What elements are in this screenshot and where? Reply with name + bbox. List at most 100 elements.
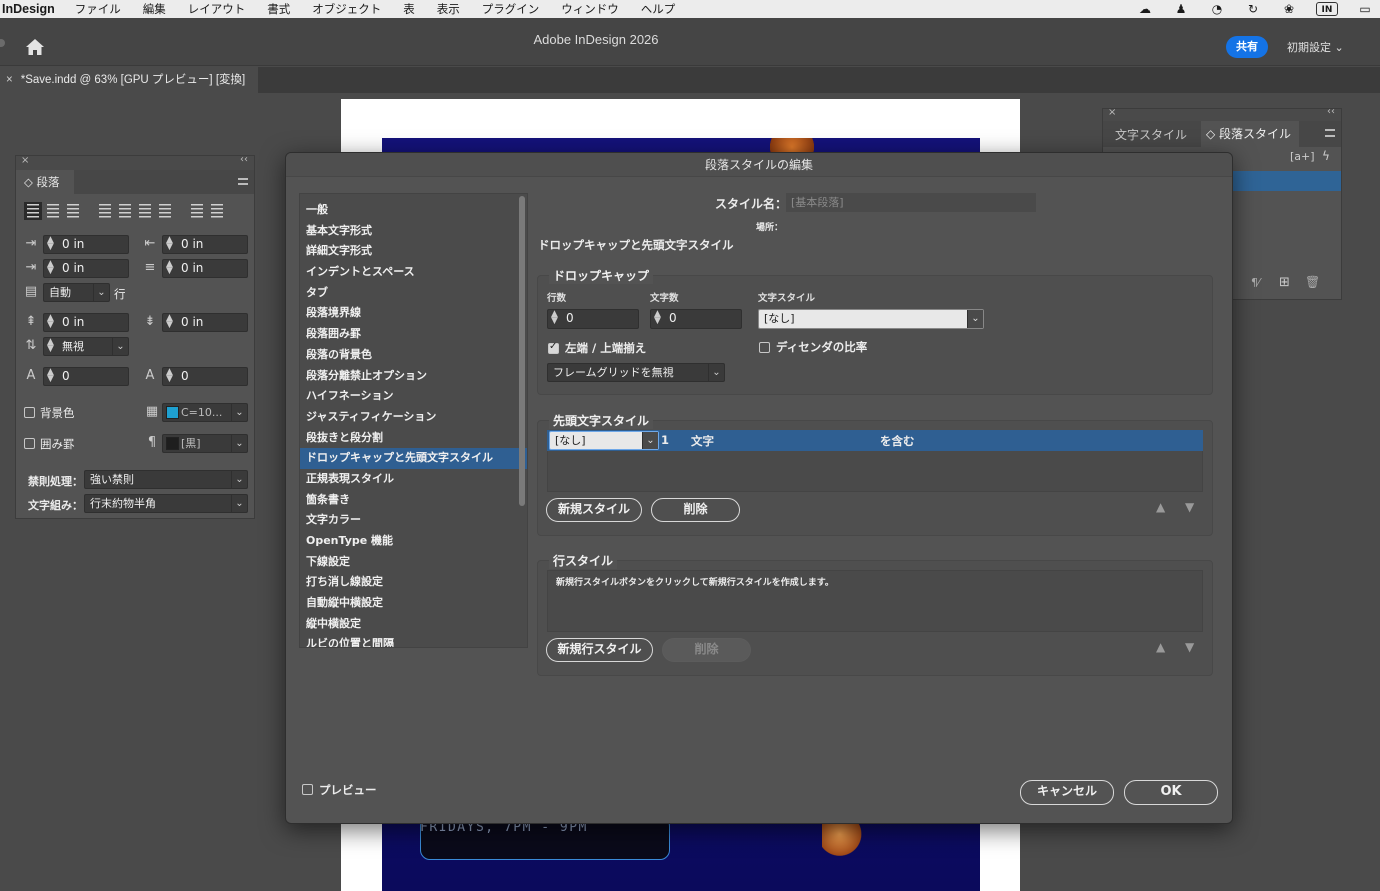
category-item[interactable]: 段落囲み罫 [300,324,527,345]
category-scrollbar[interactable] [519,196,525,506]
lightning-icon[interactable]: ϟ [1322,149,1330,163]
mojikumi-dropdown[interactable]: 行末約物半角 ⌄ [84,494,248,513]
align-left-icon[interactable] [24,202,42,220]
menu-plugins[interactable]: プラグイン [482,1,540,17]
category-item[interactable]: 段落の背景色 [300,345,527,366]
creative-cloud-icon[interactable]: ☁ [1136,2,1154,16]
descender-checkbox[interactable] [759,342,770,353]
category-item[interactable]: タブ [300,283,527,304]
justify-right-icon[interactable] [136,202,154,220]
kinsoku-dropdown[interactable]: 強い禁則 ⌄ [84,470,248,489]
category-item[interactable]: 一般 [300,200,527,221]
border-color-dropdown[interactable]: [黒] ⌄ [162,434,248,453]
cancel-button[interactable]: キャンセル [1020,780,1114,805]
share-button[interactable]: 共有 [1226,36,1268,58]
category-item[interactable]: 詳細文字形式 [300,241,527,262]
workspace-switcher[interactable]: 初期設定 ⌄ [1287,39,1344,55]
stepper-icon[interactable]: ▲ ▼ [47,368,54,384]
new-line-style-button[interactable]: 新規行スタイル [546,638,653,662]
menu-help[interactable]: ヘルプ [641,1,676,17]
align-center-icon[interactable] [44,202,62,220]
new-style-icon[interactable]: ⊞ [1279,275,1290,290]
nested-style-dropdown[interactable]: [なし] ⌄ [549,431,659,450]
dropcap-charstyle-dropdown[interactable]: [なし] ⌄ [758,309,984,329]
menu-edit[interactable]: 編集 [143,1,166,17]
stepper-icon[interactable]: ▲ ▼ [166,236,173,252]
document-tab[interactable]: × *Save.indd @ 63% [GPU プレビュー] [変換] [0,67,258,93]
tab-paragraph[interactable]: ◇ 段落 [16,170,74,194]
collapse-panel-icon[interactable]: ‹‹ [240,154,248,165]
first-line-indent-field[interactable]: ▲ ▼ 0 in [43,259,129,278]
menu-view[interactable]: 表示 [437,1,460,17]
align-right-icon[interactable] [64,202,82,220]
trash-icon[interactable]: 🗑 [1305,275,1320,289]
nested-unit[interactable]: 文字 [691,433,714,449]
shading-checkbox[interactable] [24,407,35,418]
menu-table[interactable]: 表 [403,1,415,17]
align-towards-spine-icon[interactable] [188,202,206,220]
align-left-checkbox[interactable] [548,341,559,354]
stepper-icon[interactable]: ▲ ▼ [47,314,54,330]
tab-paragraph-styles[interactable]: ◇ 段落スタイル [1201,121,1299,147]
close-panel-icon[interactable]: × [21,155,29,166]
selected-style-row[interactable] [1233,171,1341,191]
category-item[interactable]: インデントとスペース [300,262,527,283]
category-item[interactable]: ハイフネーション [300,386,527,407]
border-checkbox[interactable] [24,438,35,449]
move-down-icon[interactable]: ▼ [1185,500,1194,514]
menu-layout[interactable]: レイアウト [188,1,246,17]
right-indent-field[interactable]: ▲ ▼ 0 in [162,235,248,254]
left-indent-field[interactable]: ▲ ▼ 0 in [43,235,129,254]
move-up-icon[interactable]: ▲ [1156,640,1165,654]
justify-left-icon[interactable] [96,202,114,220]
category-item[interactable]: ジャスティフィケーション [300,407,527,428]
panel-menu-icon[interactable] [238,178,248,185]
delete-nested-style-button[interactable]: 削除 [651,498,740,522]
move-up-icon[interactable]: ▲ [1156,500,1165,514]
category-item[interactable]: OpenType 機能 [300,531,527,552]
ok-button[interactable]: OK [1124,780,1218,805]
stepper-icon[interactable]: ▲ ▼ [47,236,54,252]
justify-all-icon[interactable] [156,202,174,220]
close-tab-icon[interactable]: × [6,74,13,86]
category-item[interactable]: 正規表現スタイル [300,469,527,490]
align-away-spine-icon[interactable] [208,202,226,220]
stepper-icon[interactable]: ▲ ▼ [166,260,173,276]
drop-cap-lines-field[interactable]: ▲ ▼ 0 [43,367,129,386]
justify-center-icon[interactable] [116,202,134,220]
nested-include[interactable]: を含む [880,433,915,449]
stepper-icon[interactable]: ▲ ▼ [166,368,173,384]
menu-type[interactable]: 書式 [267,1,290,17]
stepper-icon[interactable]: ▲ ▼ [166,314,173,330]
space-before-field[interactable]: ▲ ▼ 0 in [43,313,129,332]
space-between-dropdown[interactable]: ▲ ▼ 無視 ⌄ [43,337,129,356]
preview-checkbox[interactable] [302,784,313,795]
category-item[interactable]: 箇条書き [300,490,527,511]
category-item[interactable]: 段落分離禁止オプション [300,366,527,387]
stepper-icon[interactable]: ▲ ▼ [47,338,54,354]
stepper-icon[interactable]: ▲ ▼ [654,310,661,326]
dropcap-chars-field[interactable]: ▲ ▼ 0 [650,309,742,329]
shading-color-dropdown[interactable]: C=10... ⌄ [162,403,248,422]
stepper-icon[interactable]: ▲ ▼ [551,310,558,326]
category-item-selected[interactable]: ドロップキャップと先頭文字スタイル [300,448,527,469]
style-override-icon[interactable]: [a+] [1290,150,1315,163]
category-item[interactable]: 文字カラー [300,510,527,531]
category-item[interactable]: 段抜きと段分割 [300,428,527,449]
battery-icon[interactable]: ▭ [1356,2,1374,16]
menu-file[interactable]: ファイル [75,1,121,17]
user-status-icon[interactable]: ♟ [1172,2,1190,16]
sync-icon[interactable]: ↻ [1244,2,1262,16]
collapse-panel-icon[interactable]: ‹‹ [1327,106,1335,117]
category-item[interactable]: 下線設定 [300,552,527,573]
category-item[interactable]: 縦中横設定 [300,614,527,635]
last-line-indent-field[interactable]: ▲ ▼ 0 in [162,259,248,278]
clear-overrides-icon[interactable]: ¶⁄ [1251,276,1260,289]
input-source-icon[interactable]: IN [1316,2,1338,16]
stepper-icon[interactable]: ▲ ▼ [47,260,54,276]
panel-menu-icon[interactable] [1325,129,1335,137]
new-nested-style-button[interactable]: 新規スタイル [546,498,642,522]
grid-align-dropdown[interactable]: 自動 ⌄ [43,283,110,302]
menu-object[interactable]: オブジェクト [312,1,381,17]
close-panel-icon[interactable]: × [1108,107,1116,118]
